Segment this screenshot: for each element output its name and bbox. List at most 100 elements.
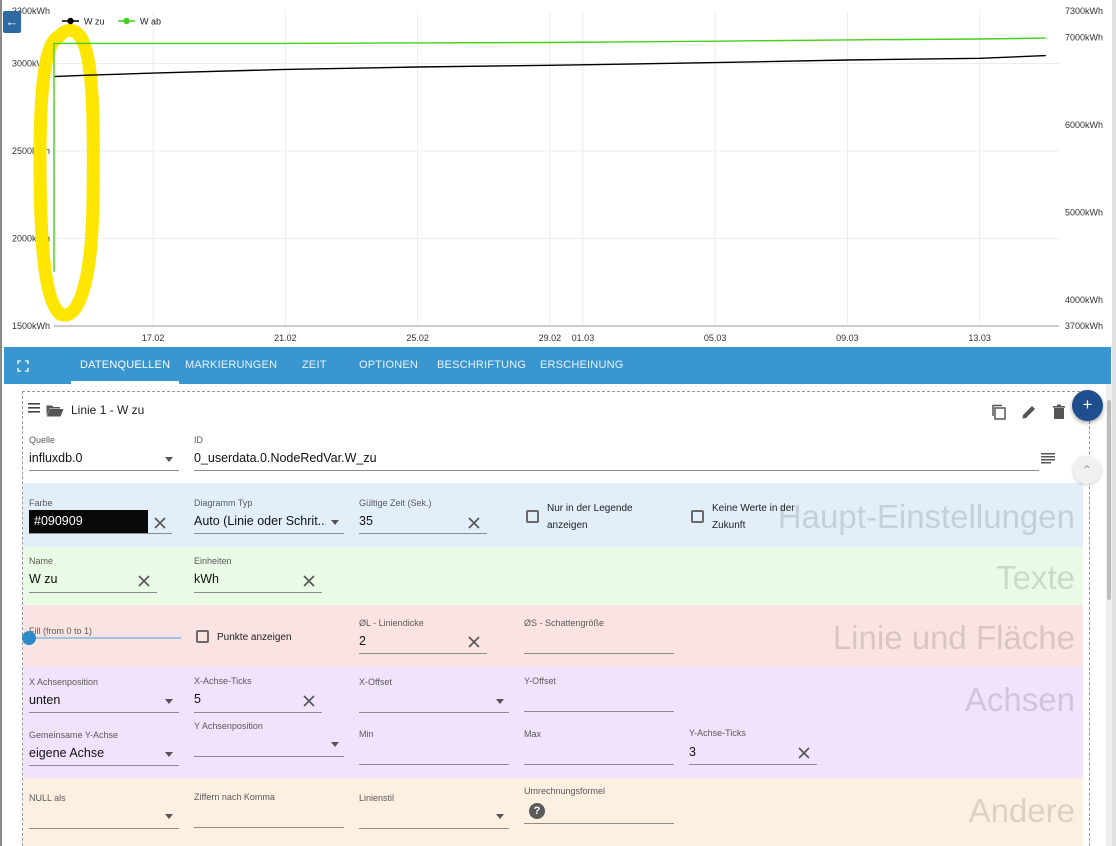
- line-style-dropdown-icon[interactable]: [496, 814, 504, 819]
- tab-datenquellen[interactable]: DATENQUELLEN: [80, 347, 170, 384]
- y-offset-input[interactable]: [524, 711, 674, 712]
- y-pos-label: Y Achsenposition: [194, 721, 263, 731]
- legend-label: W zu: [84, 17, 105, 27]
- name-label: Name: [29, 556, 54, 566]
- add-datasource-button[interactable]: +: [1072, 390, 1103, 421]
- no-future-checkbox[interactable]: [691, 510, 704, 523]
- clear-name-icon[interactable]: [138, 575, 150, 587]
- line-width-label: ØL - Liniendicke: [359, 618, 424, 628]
- min-label: Min: [359, 729, 374, 739]
- datasource-title: Linie 1 - W zu: [71, 403, 145, 417]
- x-tick-label: 17.02: [142, 333, 165, 343]
- chart-type-label: Diagramm Typ: [194, 498, 253, 508]
- clear-unit-icon[interactable]: [303, 575, 315, 587]
- x-ticks-input[interactable]: 5: [194, 692, 294, 706]
- show-points-checkbox[interactable]: [196, 630, 209, 643]
- tab-markierungen[interactable]: MARKIERUNGEN: [185, 347, 277, 384]
- common-y-select[interactable]: eigene Achse: [29, 746, 159, 760]
- common-y-dropdown-icon[interactable]: [165, 752, 173, 757]
- edit-icon[interactable]: [1020, 403, 1038, 421]
- id-label: ID: [194, 435, 203, 445]
- fill-slider-track[interactable]: [29, 637, 181, 639]
- source-select[interactable]: influxdb.0: [29, 451, 169, 465]
- tab-bar: DATENQUELLEN MARKIERUNGEN ZEIT OPTIONEN …: [4, 347, 1111, 384]
- valid-time-underline: [359, 533, 487, 534]
- id-input[interactable]: 0_userdata.0.NodeRedVar.W_zu: [194, 451, 994, 465]
- clear-y-ticks-icon[interactable]: [798, 747, 810, 759]
- color-input[interactable]: #090909: [29, 510, 148, 533]
- name-input[interactable]: W zu: [29, 572, 129, 586]
- folder-open-icon[interactable]: [46, 404, 64, 417]
- clear-x-ticks-icon[interactable]: [303, 695, 315, 707]
- y-pos-dropdown-icon[interactable]: [331, 742, 339, 747]
- y-right-tick-label: 7000kWh: [1065, 32, 1103, 42]
- scrollbar-thumb[interactable]: [1107, 400, 1111, 600]
- list-icon[interactable]: [1041, 452, 1055, 464]
- legend-marker: [123, 17, 130, 25]
- line-style-label: Linienstil: [359, 793, 395, 803]
- show-points-label: Punkte anzeigen: [217, 632, 292, 643]
- scroll-up-button[interactable]: ⌃: [1073, 456, 1101, 484]
- clear-valid-time-icon[interactable]: [468, 517, 480, 529]
- drag-handle-icon[interactable]: [28, 403, 40, 413]
- yellow-highlight-annotation: [33, 23, 100, 322]
- formula-input[interactable]: [524, 823, 674, 824]
- y-pos-select[interactable]: [194, 756, 344, 757]
- active-tab-indicator: [71, 381, 179, 384]
- fullscreen-icon[interactable]: [17, 360, 29, 372]
- min-input[interactable]: [359, 764, 509, 765]
- tab-beschriftung[interactable]: BESCHRIFTUNG: [437, 347, 526, 384]
- null-dropdown-icon[interactable]: [165, 814, 173, 819]
- x-pos-underline: [29, 712, 179, 713]
- x-offset-dropdown-icon[interactable]: [496, 699, 504, 704]
- line-width-input[interactable]: 2: [359, 634, 449, 648]
- fill-slider-knob[interactable]: [22, 631, 36, 645]
- color-label: Farbe: [29, 498, 53, 508]
- y-ticks-underline: [689, 764, 817, 765]
- x-offset-select[interactable]: [359, 712, 509, 713]
- no-future-label: Keine Werte in der Zukunft: [712, 503, 795, 531]
- unit-input[interactable]: kWh: [194, 572, 294, 586]
- x-pos-select[interactable]: unten: [29, 693, 159, 707]
- delete-icon[interactable]: [1050, 403, 1068, 421]
- source-dropdown-icon[interactable]: [165, 457, 173, 462]
- valid-time-label: Gültige Zeit (Sek.): [359, 498, 432, 508]
- back-arrow-icon[interactable]: ←: [3, 11, 21, 33]
- x-tick-label: 05.03: [704, 333, 727, 343]
- legend-only-checkbox[interactable]: [526, 510, 539, 523]
- tab-zeit[interactable]: ZEIT: [302, 347, 327, 384]
- max-input[interactable]: [524, 764, 674, 765]
- chart-type-dropdown-icon[interactable]: [331, 520, 339, 525]
- tab-optionen[interactable]: OPTIONEN: [359, 347, 418, 384]
- x-ticks-underline: [194, 712, 322, 713]
- y-ticks-label: Y-Achse-Ticks: [689, 728, 746, 738]
- max-label: Max: [524, 729, 542, 739]
- x-pos-dropdown-icon[interactable]: [165, 699, 173, 704]
- help-icon[interactable]: ?: [529, 803, 545, 819]
- line-style-select[interactable]: [359, 828, 509, 829]
- line-width-underline: [359, 653, 487, 654]
- valid-time-input[interactable]: 35: [359, 514, 449, 528]
- copy-icon[interactable]: [990, 403, 1008, 421]
- y-right-tick-label: 4000kWh: [1065, 295, 1103, 305]
- y-right-tick-label: 6000kWh: [1065, 120, 1103, 130]
- name-underline: [29, 592, 157, 593]
- tab-erscheinung[interactable]: ERSCHEINUNG: [540, 347, 624, 384]
- y-right-tick-label: 5000kWh: [1065, 207, 1103, 217]
- chart-type-select[interactable]: Auto (Linie oder Schrit...: [194, 514, 326, 528]
- common-y-underline: [29, 765, 179, 766]
- chart-area: 17.02 21.02 25.02 29.02 01.03 05.03 09.03 13.03…: [0, 0, 1116, 346]
- id-underline: [194, 470, 1039, 471]
- source-label: Quelle: [29, 435, 56, 445]
- chart-type-underline: [194, 533, 344, 534]
- window-left-border: [0, 0, 2, 846]
- x-offset-label: X-Offset: [359, 677, 392, 687]
- y-ticks-input[interactable]: 3: [689, 745, 789, 759]
- x-tick-label: 09.03: [836, 333, 859, 343]
- clear-color-icon[interactable]: [154, 517, 166, 529]
- clear-line-width-icon[interactable]: [468, 636, 480, 648]
- unit-label: Einheiten: [194, 556, 232, 566]
- null-select[interactable]: [29, 828, 179, 829]
- shadow-input[interactable]: [524, 653, 674, 654]
- digits-input[interactable]: [194, 827, 344, 828]
